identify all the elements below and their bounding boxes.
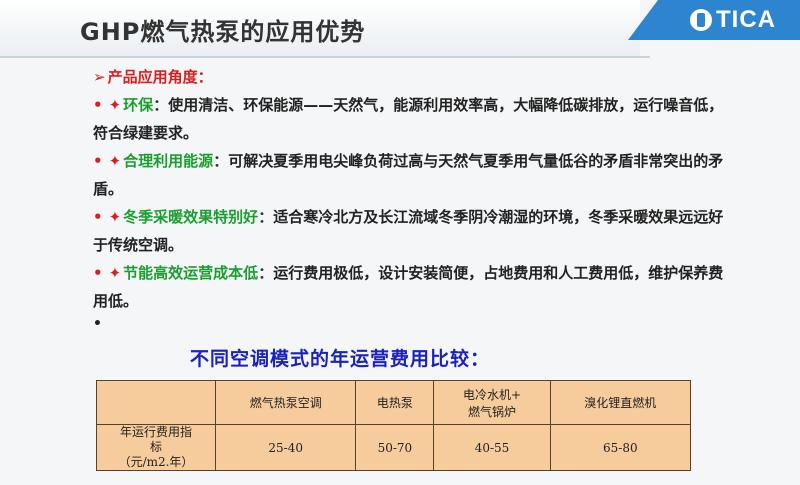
header-corner-cell <box>96 380 216 425</box>
list-item: • ✦ 环保：使用清洁、环保能源——天然气，能源利用效率高，大幅降低碳排放，运行噪音… <box>93 91 733 147</box>
section-heading: 产品应用角度： <box>107 68 213 86</box>
table-heading: 不同空调模式的年运营费用比较： <box>190 348 491 370</box>
value-lithium-bromide: 65-80 <box>549 424 692 471</box>
bullet-list: • ✦ 环保：使用清洁、环保能源——天然气，能源利用效率高，大幅降低碳排放，运行噪音… <box>93 91 733 315</box>
column-header-electric-heat-pump: 电热泵 <box>355 380 435 425</box>
cost-comparison-table: 燃气热泵空调 电热泵 电冷水机+ 燃气锅炉 溴化锂直燃机 年运行费用指 标 （元/… <box>96 380 692 471</box>
table-data-row: 年运行费用指 标 （元/m2.年） 25-40 50-70 40-55 65-8… <box>96 424 692 471</box>
trailing-bullet: • <box>93 316 102 332</box>
sparkle-icon: ✦ <box>108 96 122 114</box>
item-colon: ： <box>258 264 274 282</box>
row-label-line: 标 <box>149 440 162 454</box>
sparkle-icon: ✦ <box>108 264 122 282</box>
section-heading-line: ➢ 产品应用角度： <box>93 63 733 91</box>
item-term: 节能高效运营成本低 <box>123 264 259 282</box>
sparkle-icon: ✦ <box>108 208 122 226</box>
row-label-line: （元/m2.年） <box>118 455 194 469</box>
item-term: 环保 <box>123 96 154 114</box>
page-title: GHP燃气热泵的应用优势 <box>80 18 366 46</box>
bullet-icon: • <box>93 208 103 226</box>
value-gas-heat-pump: 25-40 <box>214 424 357 471</box>
item-colon: ： <box>153 96 169 114</box>
value-electric-heat-pump: 50-70 <box>355 424 435 471</box>
value-electric-chiller-gas-boiler: 40-55 <box>433 424 551 471</box>
item-colon: ： <box>258 208 274 226</box>
bullet-icon: • <box>93 264 103 282</box>
column-header-electric-chiller-gas-boiler: 电冷水机+ 燃气锅炉 <box>433 380 551 425</box>
item-term: 冬季采暖效果特别好 <box>123 208 259 226</box>
column-header-gas-heat-pump: 燃气热泵空调 <box>214 380 357 425</box>
header: GHP燃气热泵的应用优势 TICA <box>0 0 800 58</box>
bullet-icon: • <box>93 96 103 114</box>
bullet-icon: • <box>93 152 103 170</box>
item-description: 使用清洁、环保能源——天然气，能源利用效率高，大幅降低碳排放，运行噪音低，符合绿… <box>93 96 724 142</box>
row-label-cell: 年运行费用指 标 （元/m2.年） <box>96 424 216 471</box>
content-area: ➢ 产品应用角度： • ✦ 环保：使用清洁、环保能源——天然气，能源利用效率高，大幅降… <box>93 63 733 333</box>
list-item: • ✦ 节能高效运营成本低：运行费用极低，设计安装简便，占地费用和人工费用低，维护保… <box>93 259 733 315</box>
arrow-icon: ➢ <box>93 68 106 86</box>
list-item: • ✦ 合理利用能源：可解决夏季用电尖峰负荷过高与天然气夏季用气量低谷的矛盾非常突出… <box>93 147 733 203</box>
column-header-lithium-bromide: 溴化锂直燃机 <box>549 380 692 425</box>
list-item: • ✦ 冬季采暖效果特别好：适合寒冷北方及长江流域冬季阴冷潮湿的环境，冬季采暖效果远… <box>93 203 733 259</box>
table-header-row: 燃气热泵空调 电热泵 电冷水机+ 燃气锅炉 溴化锂直燃机 <box>96 380 692 425</box>
header-divider <box>0 56 650 58</box>
logo-text: TICA <box>716 6 776 33</box>
sparkle-icon: ✦ <box>108 152 122 170</box>
logo-icon <box>690 9 712 31</box>
item-colon: ： <box>213 152 229 170</box>
item-term: 合理利用能源 <box>123 152 214 170</box>
row-label-line: 年运行费用指 <box>119 425 192 439</box>
